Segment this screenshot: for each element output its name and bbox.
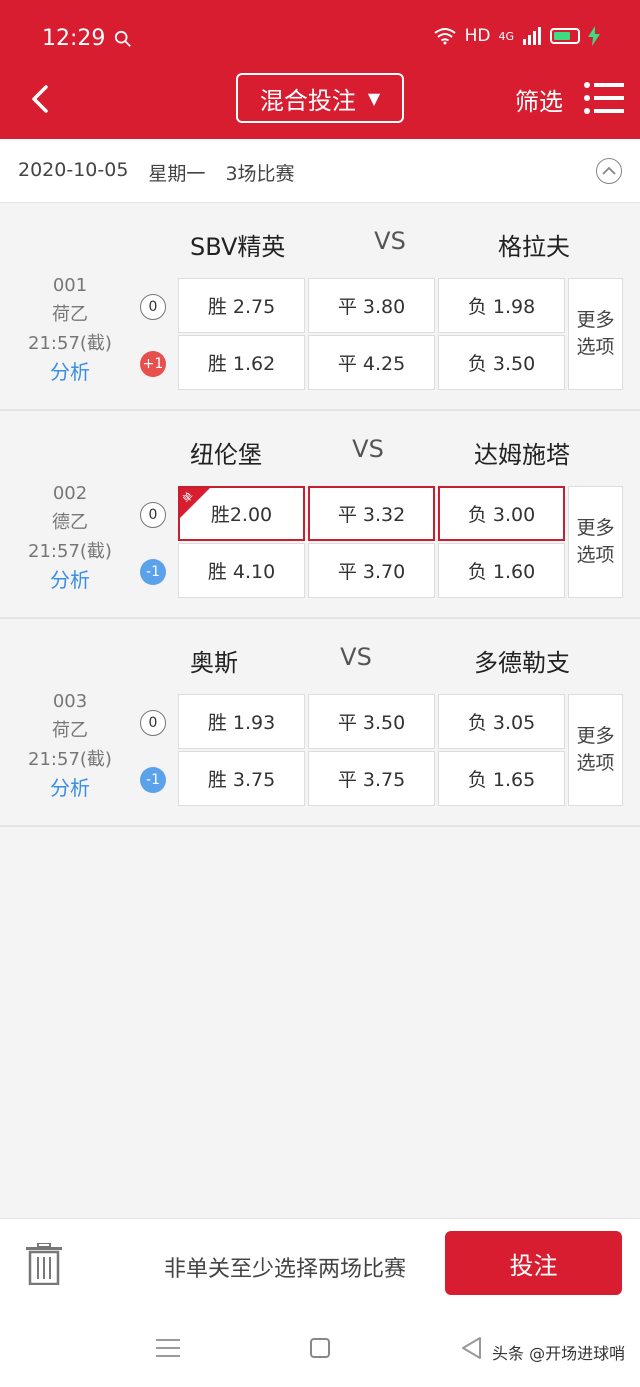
handicap-badge: 0 [140,502,166,528]
match-card: SBV精英 VS 格拉夫 001 荷乙 21:57(截) 分析 0 +1 胜 2… [0,203,640,411]
more-label: 更多 [576,309,615,331]
wifi-icon [433,28,456,45]
match-info: 003 荷乙 21:57(截) 分析 [0,687,140,803]
more-options-button[interactable]: 更多 选项 [568,694,623,806]
options-label: 选项 [576,336,615,358]
away-team: 达姆施塔 [474,441,570,469]
bet-action-bar: 非单关至少选择两场比赛 投注 [0,1218,640,1308]
odds-draw[interactable]: 平 3.70 [308,543,435,598]
deadline: 21:57(截) [28,541,112,562]
deadline: 21:57(截) [28,749,112,770]
odds-win[interactable]: 胜 1.62 [178,335,305,390]
status-indicators: HD 4G [433,26,600,46]
back-icon[interactable] [26,84,56,114]
match-card: 纽伦堡 VS 达姆施塔 002 德乙 21:57(截) 分析 0 -1 单 胜2… [0,411,640,619]
vs-label: VS [352,435,384,463]
match-date: 2020-10-05 [18,159,129,181]
match-teams: 奥斯 VS 多德勒支 [0,643,640,683]
odds-draw[interactable]: 平 3.50 [308,694,435,749]
search-icon [114,30,131,47]
watermark: 头条 @开场进球哨 [492,1344,626,1363]
match-number: 001 [52,275,88,296]
away-team: 多德勒支 [474,649,570,677]
more-label: 更多 [576,725,615,747]
match-number: 002 [52,483,88,504]
odds-win-selected[interactable]: 单 胜2.00 [178,486,305,541]
status-time: 12:29 [42,26,106,51]
menu-list-icon[interactable] [584,82,624,114]
app-header: 12:29 HD 4G 混合投注 ▼ 筛选 [0,0,640,139]
date-group-header[interactable]: 2020-10-05 星期一 3场比赛 [0,139,640,203]
odds-draw-selected[interactable]: 平 3.32 [308,486,435,541]
vs-label: VS [340,643,372,671]
analysis-link[interactable]: 分析 [0,566,140,595]
vs-label: VS [374,227,406,255]
options-label: 选项 [576,752,615,774]
home-icon[interactable] [310,1338,330,1358]
match-weekday: 星期一 [148,163,206,185]
match-info: 001 荷乙 21:57(截) 分析 [0,271,140,387]
analysis-link[interactable]: 分析 [0,774,140,803]
more-options-button[interactable]: 更多 选项 [568,486,623,598]
handicap-badge: 0 [140,710,166,736]
more-options-button[interactable]: 更多 选项 [568,278,623,390]
bet-mode-dropdown[interactable]: 混合投注 ▼ [236,73,404,123]
battery-icon [550,28,580,44]
odds-draw[interactable]: 平 3.75 [308,751,435,806]
odds-win[interactable]: 胜 4.10 [178,543,305,598]
handicap-badge: 0 [140,294,166,320]
match-number: 003 [52,691,88,712]
match-card: 奥斯 VS 多德勒支 003 荷乙 21:57(截) 分析 0 -1 胜 1.9… [0,619,640,827]
odds-draw[interactable]: 平 3.80 [308,278,435,333]
odds-win[interactable]: 胜 3.75 [178,751,305,806]
recent-apps-icon[interactable] [156,1338,180,1358]
handicap-badge: -1 [140,559,166,585]
more-label: 更多 [576,517,615,539]
signal-icon [523,27,541,45]
deadline: 21:57(截) [28,333,112,354]
charging-icon [588,26,600,46]
away-team: 格拉夫 [498,233,570,261]
handicap-badge: +1 [140,351,166,377]
status-bar: 12:29 HD 4G [0,0,640,78]
bet-button[interactable]: 投注 [445,1231,622,1295]
league-name: 荷乙 [52,304,88,325]
home-team: SBV精英 [190,233,286,261]
system-nav-bar: 头条 @开场进球哨 [0,1308,640,1387]
trash-icon[interactable] [24,1243,64,1285]
match-teams: SBV精英 VS 格拉夫 [0,227,640,267]
collapse-icon[interactable] [596,158,622,184]
odds-win-label: 胜2.00 [210,504,273,526]
options-label: 选项 [576,544,615,566]
match-info: 002 德乙 21:57(截) 分析 [0,479,140,595]
bet-mode-label: 混合投注 [259,86,356,115]
home-team: 纽伦堡 [190,441,262,469]
signal-type: 4G [498,29,514,43]
odds-lose[interactable]: 负 1.98 [438,278,565,333]
chevron-down-icon: ▼ [367,88,381,108]
odds-lose[interactable]: 负 1.60 [438,543,565,598]
handicap-badge: -1 [140,767,166,793]
odds-win[interactable]: 胜 1.93 [178,694,305,749]
odds-draw[interactable]: 平 4.25 [308,335,435,390]
match-count: 3场比赛 [225,163,295,185]
home-team: 奥斯 [190,649,238,677]
league-name: 德乙 [52,512,88,533]
odds-lose-selected[interactable]: 负 3.00 [438,486,565,541]
odds-win[interactable]: 胜 2.75 [178,278,305,333]
odds-lose[interactable]: 负 3.05 [438,694,565,749]
match-teams: 纽伦堡 VS 达姆施塔 [0,435,640,475]
odds-lose[interactable]: 负 3.50 [438,335,565,390]
odds-lose[interactable]: 负 1.65 [438,751,565,806]
filter-button[interactable]: 筛选 [515,82,563,117]
network-type: HD [464,26,491,46]
league-name: 荷乙 [52,720,88,741]
analysis-link[interactable]: 分析 [0,358,140,387]
nav-back-icon[interactable] [460,1336,484,1360]
selection-hint: 非单关至少选择两场比赛 [164,1257,407,1282]
